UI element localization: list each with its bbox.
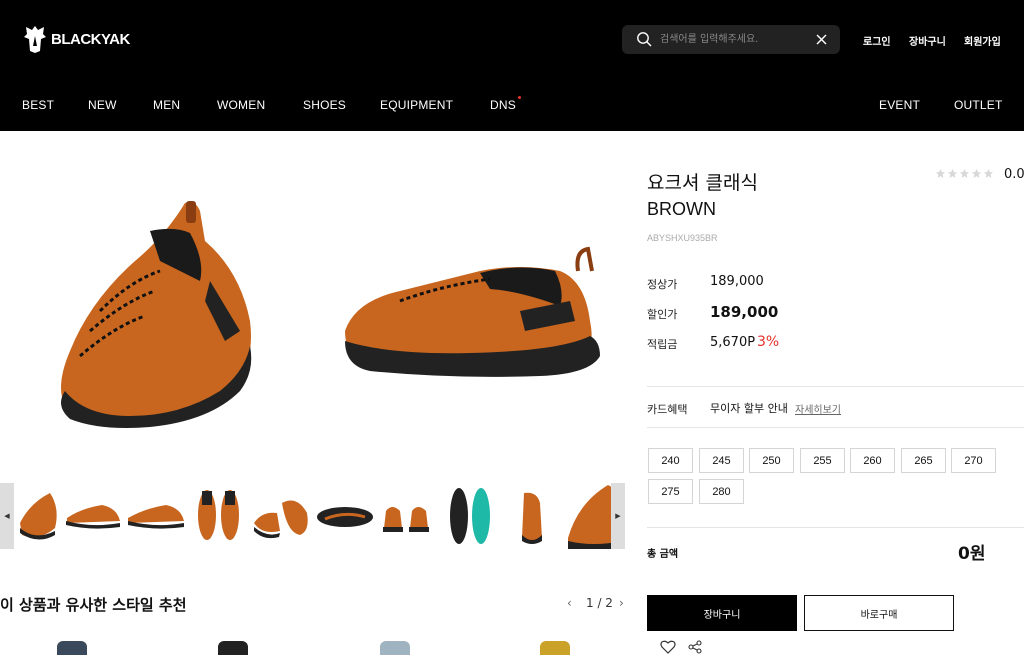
price-label: 정상가 bbox=[647, 278, 678, 291]
star-empty-icon bbox=[935, 168, 946, 178]
add-to-cart-button[interactable]: 장바구니 bbox=[647, 595, 797, 631]
nav-shoes[interactable]: SHOES bbox=[303, 98, 346, 112]
size-option[interactable]: 250 bbox=[749, 448, 794, 473]
product-code: ABYSHXU935BR bbox=[647, 233, 718, 243]
buy-now-button[interactable]: 바로구매 bbox=[804, 595, 954, 631]
nav-equipment[interactable]: EQUIPMENT bbox=[380, 98, 453, 112]
star-empty-icon bbox=[947, 168, 958, 178]
thumbnail[interactable] bbox=[252, 483, 312, 549]
size-option[interactable]: 280 bbox=[699, 479, 744, 504]
divider bbox=[647, 386, 1024, 387]
search-bar[interactable] bbox=[622, 25, 840, 54]
star-empty-icon bbox=[971, 168, 982, 178]
total-amount: 0원 bbox=[958, 544, 986, 564]
reco-page: 1 / 2 bbox=[586, 596, 613, 610]
nav-best[interactable]: BEST bbox=[22, 98, 54, 112]
thumbnail[interactable] bbox=[440, 483, 500, 549]
nav-women[interactable]: WOMEN bbox=[217, 98, 265, 112]
search-icon[interactable] bbox=[636, 31, 653, 48]
thumbnail[interactable] bbox=[315, 483, 375, 549]
thumbnail[interactable] bbox=[502, 483, 562, 549]
new-dot bbox=[518, 96, 521, 99]
product-title: 요크셔 클래식 bbox=[647, 172, 758, 194]
size-option[interactable]: 240 bbox=[648, 448, 693, 473]
login-link[interactable]: 로그인 bbox=[863, 33, 891, 48]
yak-logo-icon bbox=[24, 26, 46, 53]
shoe-front-view bbox=[61, 201, 252, 428]
product-main-image bbox=[61, 201, 600, 428]
rating-stars bbox=[935, 168, 994, 179]
size-option[interactable]: 275 bbox=[648, 479, 693, 504]
reco-title: 이 상품과 유사한 스타일 추천 bbox=[0, 596, 187, 614]
heart-icon[interactable] bbox=[660, 640, 676, 654]
size-option[interactable]: 245 bbox=[699, 448, 744, 473]
point-value: 5,670P bbox=[710, 335, 756, 350]
size-option[interactable]: 255 bbox=[800, 448, 845, 473]
star-empty-icon bbox=[983, 168, 994, 178]
point-label: 적립금 bbox=[647, 338, 678, 351]
divider bbox=[647, 527, 1024, 528]
size-option[interactable]: 270 bbox=[951, 448, 996, 473]
reco-next-icon[interactable]: › bbox=[619, 596, 624, 610]
star-empty-icon bbox=[959, 168, 970, 178]
nav-men[interactable]: MEN bbox=[153, 98, 180, 112]
thumbnail[interactable] bbox=[10, 483, 70, 549]
nav-dns[interactable]: DNS bbox=[490, 98, 516, 112]
search-input[interactable] bbox=[660, 30, 810, 49]
site-header: BLACKYAK 로그인 장바구니 회원가입 BEST NEW MEN WOME… bbox=[0, 0, 1024, 131]
thumbnail[interactable] bbox=[62, 483, 122, 549]
thumbnail[interactable] bbox=[378, 483, 438, 549]
brand-name: BLACKYAK bbox=[51, 30, 130, 48]
cart-link[interactable]: 장바구니 bbox=[909, 33, 946, 48]
product-color: BROWN bbox=[647, 199, 716, 219]
reco-prev-icon[interactable]: ‹ bbox=[567, 596, 572, 610]
nav-event[interactable]: EVENT bbox=[879, 98, 920, 112]
point-percent: 3% bbox=[757, 334, 780, 350]
size-option[interactable]: 260 bbox=[850, 448, 895, 473]
share-icon[interactable] bbox=[688, 640, 702, 654]
thumbnail[interactable] bbox=[126, 483, 186, 549]
close-icon[interactable] bbox=[815, 33, 828, 46]
thumbnail-strip: ◀ ▶ bbox=[0, 483, 625, 549]
divider bbox=[647, 427, 1024, 428]
size-option[interactable]: 265 bbox=[901, 448, 946, 473]
join-link[interactable]: 회원가입 bbox=[964, 33, 1001, 48]
total-label: 총 금액 bbox=[647, 549, 679, 560]
rating-score: 0.0 bbox=[1004, 167, 1024, 182]
sale-price: 189,000 bbox=[710, 303, 779, 321]
thumbnail[interactable] bbox=[190, 483, 250, 549]
sale-label: 할인가 bbox=[647, 308, 678, 321]
nav-outlet[interactable]: OUTLET bbox=[954, 98, 1003, 112]
price-value: 189,000 bbox=[710, 274, 764, 289]
card-detail-link[interactable]: 자세히보기 bbox=[795, 401, 841, 416]
brand-logo[interactable]: BLACKYAK bbox=[22, 24, 130, 54]
thumb-next-arrow[interactable]: ▶ bbox=[611, 483, 625, 549]
shoe-side-view bbox=[345, 246, 600, 377]
card-text: 무이자 할부 안내 bbox=[710, 402, 788, 415]
card-label: 카드혜택 bbox=[647, 403, 688, 416]
nav-new[interactable]: NEW bbox=[88, 98, 117, 112]
